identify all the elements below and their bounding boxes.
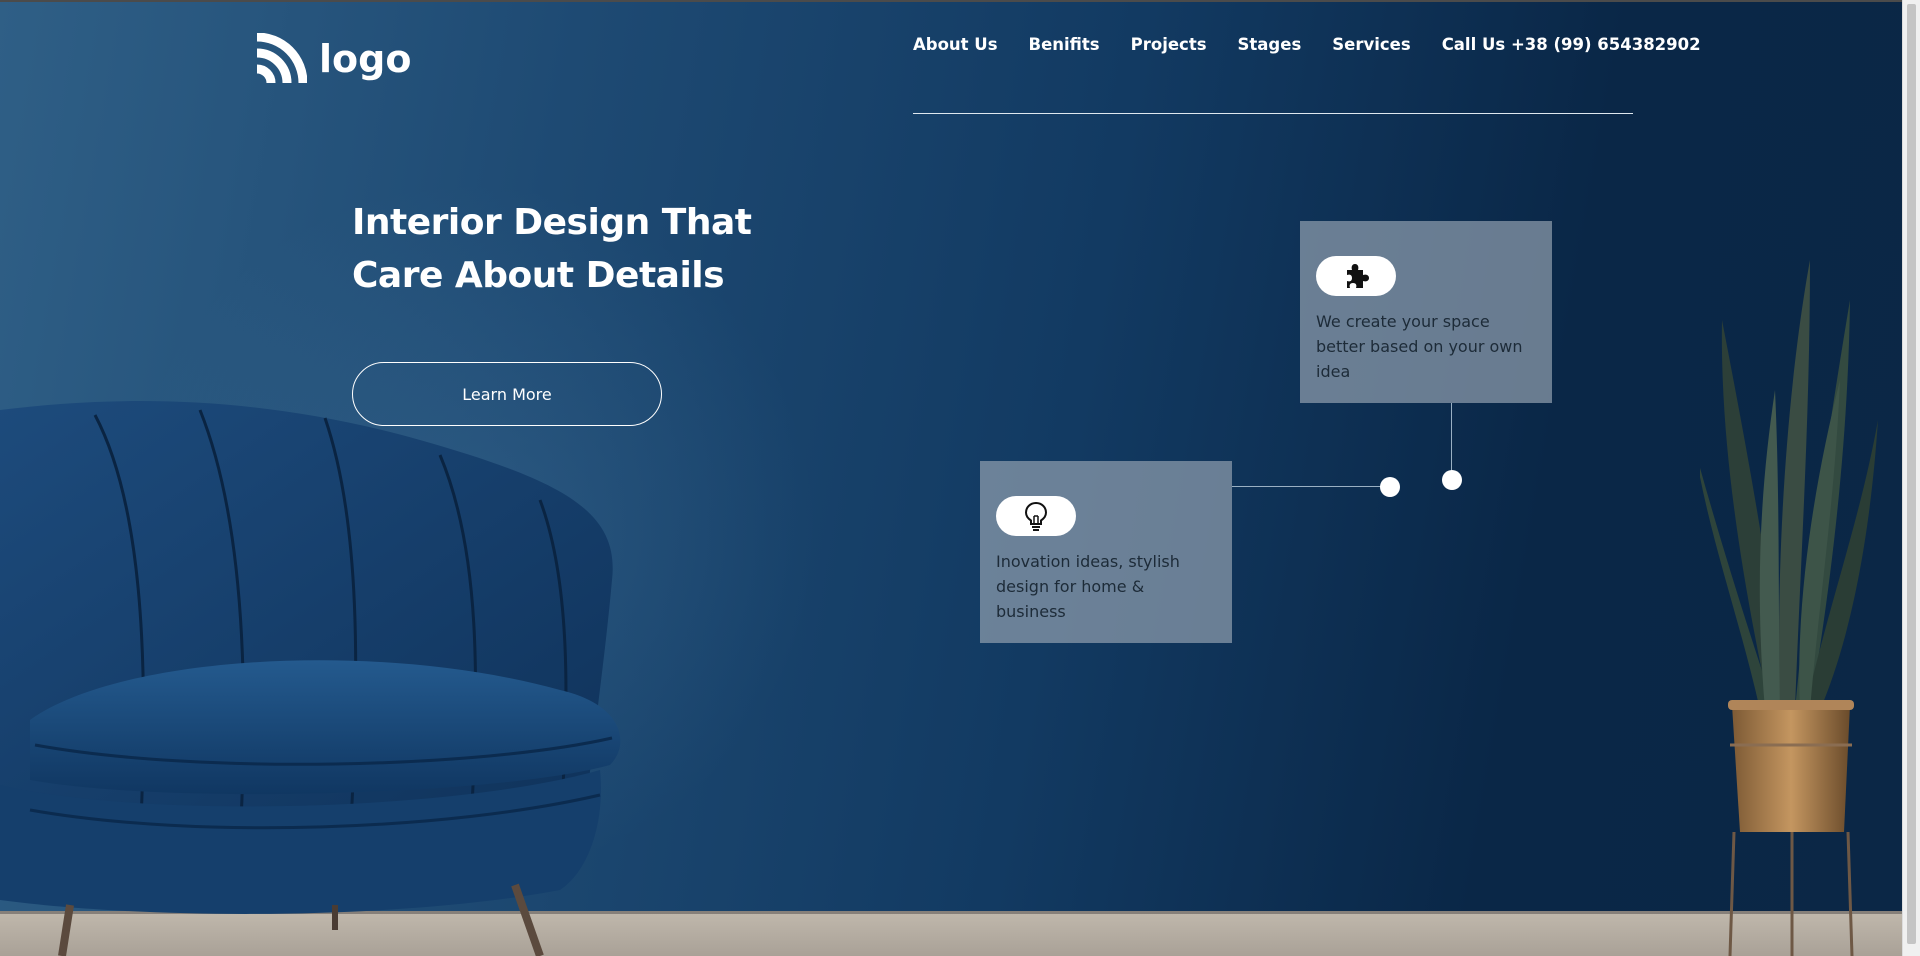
feature-card-innovation: Inovation ideas, stylish design for home… <box>980 461 1232 643</box>
nav-services[interactable]: Services <box>1332 35 1410 54</box>
feature-card-custom-space: We create your space better based on you… <box>1300 221 1552 403</box>
hero-title-line-2: Care About Details <box>352 255 725 296</box>
main-nav: About Us Benifits Projects Stages Servic… <box>913 35 1701 54</box>
window-top-border <box>0 0 1920 2</box>
hotspot-dot[interactable] <box>1442 470 1462 490</box>
nav-benefits[interactable]: Benifits <box>1029 35 1100 54</box>
plant-image <box>1700 260 1878 956</box>
nav-stages[interactable]: Stages <box>1238 35 1302 54</box>
feature-icon-pill <box>996 496 1076 536</box>
hotspot-dot[interactable] <box>1380 477 1400 497</box>
logo-text: logo <box>319 37 412 81</box>
feature-icon-pill <box>1316 256 1396 296</box>
nav-divider <box>913 113 1633 114</box>
page-scrollbar[interactable] <box>1902 0 1920 956</box>
learn-more-button[interactable]: Learn More <box>352 362 662 426</box>
nav-projects[interactable]: Projects <box>1131 35 1207 54</box>
hero-title-line-1: Interior Design That <box>352 202 752 243</box>
feature-text: Inovation ideas, stylish design for home… <box>996 552 1180 621</box>
nav-about-us[interactable]: About Us <box>913 35 998 54</box>
scrollbar-thumb[interactable] <box>1907 4 1916 944</box>
feature-text: We create your space better based on you… <box>1316 312 1523 381</box>
logo-mark-icon <box>256 33 307 84</box>
site-logo[interactable]: logo <box>255 33 411 85</box>
nav-call-us[interactable]: Call Us +38 (99) 654382902 <box>1442 35 1701 54</box>
hero-title: Interior Design That Care About Details <box>352 196 772 302</box>
connector-line-horizontal <box>1232 486 1389 487</box>
puzzle-icon <box>1347 264 1369 288</box>
lightbulb-icon <box>1024 501 1048 531</box>
armchair-image <box>0 401 621 956</box>
hero-page: logo About Us Benifits Projects Stages S… <box>0 0 1920 956</box>
